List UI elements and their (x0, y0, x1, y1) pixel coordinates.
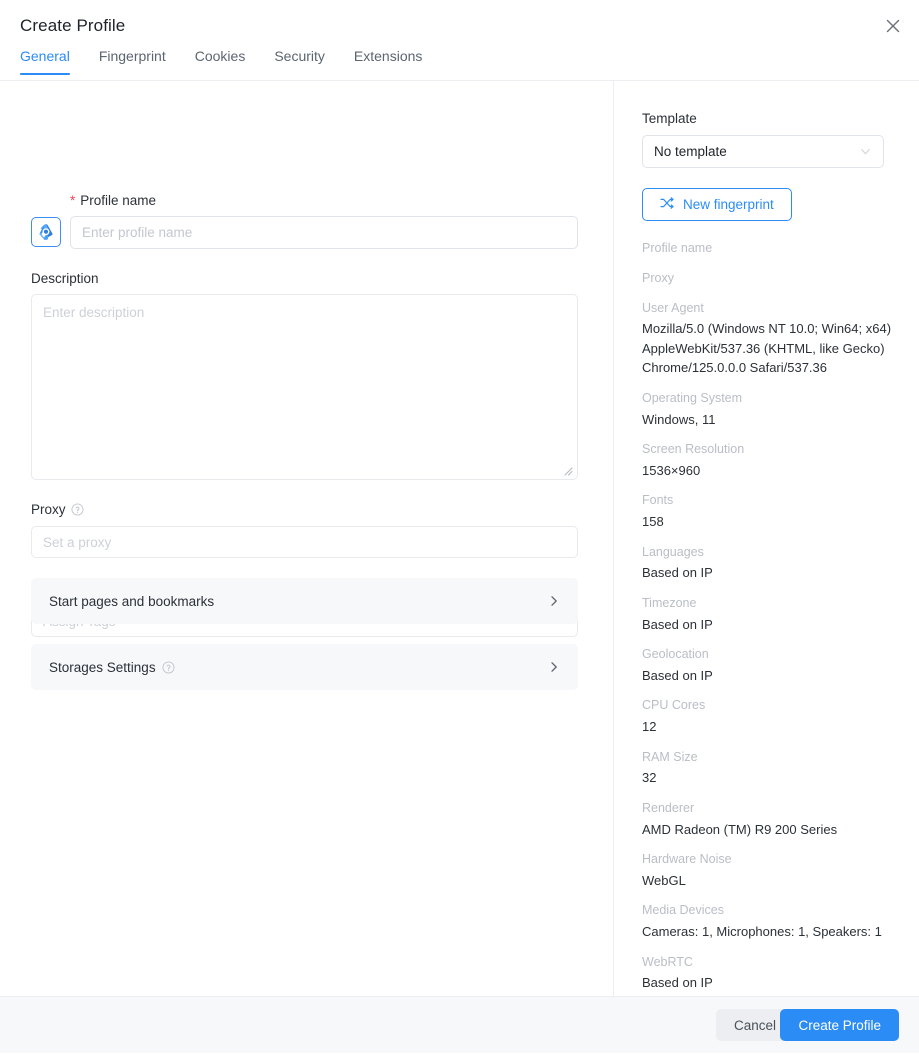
fingerprint-item: WebRTC Based on IP (642, 953, 907, 993)
proxy-label: Proxy (31, 502, 84, 517)
profile-name-label: * Profile name (70, 193, 156, 208)
create-profile-button[interactable]: Create Profile (780, 1009, 899, 1041)
fingerprint-item: RAM Size 32 (642, 748, 907, 788)
fingerprint-item-key: CPU Cores (642, 698, 706, 713)
fingerprint-item-value: WebGL (642, 872, 686, 888)
fingerprint-item: Languages Based on IP (642, 543, 907, 583)
fingerprint-item-value: 32 (642, 770, 657, 786)
tab-general[interactable]: General (20, 48, 70, 75)
chevron-right-icon (548, 661, 560, 673)
fingerprint-item-key: Geolocation (642, 647, 709, 661)
dialog-footer: Cancel Create Profile (0, 996, 919, 1053)
fingerprint-item-key: Profile name (642, 241, 713, 255)
close-icon (886, 19, 900, 33)
storages-settings-label: Storages Settings (49, 659, 156, 675)
new-fingerprint-label: New fingerprint (683, 197, 774, 212)
fingerprint-item-key: Languages (642, 544, 704, 559)
fingerprint-item-value: Cameras: 1, Microphones: 1, Speakers: 1 (642, 924, 882, 939)
fingerprint-item-key: Fonts (642, 493, 674, 508)
tab-cookies[interactable]: Cookies (195, 48, 246, 75)
fingerprint-item: CPU Cores 12 (642, 696, 907, 736)
fingerprint-item: Timezone Based on IP (642, 594, 907, 634)
start-pages-label: Start pages and bookmarks (49, 593, 215, 609)
fingerprint-item-key: Proxy (642, 270, 674, 285)
fingerprint-item-key: RAM Size (642, 749, 698, 764)
fingerprint-item-value: Based on IP (642, 667, 713, 683)
required-marker: * (70, 192, 76, 208)
fingerprint-item-value: Based on IP (642, 565, 713, 581)
fingerprint-item: Renderer AMD Radeon (TM) R9 200 Series (642, 799, 907, 839)
profile-name-label-text: Profile name (80, 193, 157, 208)
page-title: Create Profile (20, 16, 126, 35)
fingerprint-item: Proxy (642, 269, 907, 288)
tab-bar: General Fingerprint Cookies Security Ext… (20, 48, 422, 75)
close-button[interactable] (877, 10, 909, 42)
fingerprint-item-key: Screen Resolution (642, 442, 745, 456)
fingerprint-item: Operating System Windows, 11 (642, 389, 907, 429)
fingerprint-item-value: 1536×960 (642, 462, 701, 478)
help-circle-icon[interactable] (70, 503, 84, 516)
fingerprint-item-value: 158 (642, 514, 664, 529)
fingerprint-item-key: Renderer (642, 800, 695, 815)
fingerprint-item: Screen Resolution 1536×960 (642, 440, 907, 480)
storages-settings-row[interactable]: Storages Settings (31, 644, 578, 690)
dialog-body: * Profile name Description Proxy (0, 81, 919, 1042)
profile-logo-icon (36, 222, 56, 242)
chevron-right-icon (548, 595, 560, 607)
fingerprint-item: Hardware Noise WebGL (642, 850, 907, 890)
fingerprint-item: Media Devices Cameras: 1, Microphones: 1,… (642, 901, 907, 941)
fingerprint-item-key: WebRTC (642, 954, 693, 969)
shuffle-icon (660, 196, 674, 213)
tab-fingerprint[interactable]: Fingerprint (99, 48, 166, 75)
template-label: Template (642, 111, 697, 126)
avatar[interactable] (31, 217, 61, 247)
fingerprint-item: Geolocation Based on IP (642, 645, 907, 685)
profile-name-input[interactable] (70, 216, 578, 249)
tab-extensions[interactable]: Extensions (354, 48, 422, 75)
fingerprint-item-key: User Agent (642, 300, 704, 315)
fingerprint-item-key: Operating System (642, 390, 743, 405)
template-selected-value: No template (654, 144, 727, 159)
fingerprint-item-value: AMD Radeon (TM) R9 200 Series (642, 821, 838, 837)
proxy-input[interactable] (31, 526, 578, 558)
new-fingerprint-button[interactable]: New fingerprint (642, 188, 792, 221)
fingerprint-item-value: 12 (642, 719, 657, 734)
fingerprint-item-key: Timezone (642, 595, 697, 610)
general-form-panel: * Profile name Description Proxy (0, 81, 613, 996)
proxy-label-text: Proxy (31, 502, 66, 517)
dialog-header: Create Profile General Fingerprint Cooki… (0, 0, 919, 81)
fingerprint-item-value: Mozilla/5.0 (Windows NT 10.0; Win64; x64… (642, 321, 892, 376)
fingerprint-item-value: Windows, 11 (642, 411, 716, 427)
description-textarea[interactable] (31, 294, 578, 480)
tab-security[interactable]: Security (274, 48, 325, 75)
fingerprint-item-value: Based on IP (642, 616, 713, 632)
fingerprint-preview-panel: Template No template New fingerprint Pro… (614, 81, 919, 1042)
chevron-down-icon (859, 145, 872, 158)
fingerprint-item-value: Based on IP (642, 975, 713, 991)
fingerprint-item: Profile name (642, 239, 907, 258)
fingerprint-item-key: Media Devices (642, 903, 724, 918)
description-label-text: Description (31, 271, 99, 286)
template-select[interactable]: No template (642, 135, 884, 168)
storages-settings-label-group: Storages Settings (49, 660, 175, 675)
fingerprint-detail-list: Profile name Proxy User Agent Mozilla/5.0 (… (642, 239, 907, 1055)
description-label: Description (31, 271, 99, 286)
help-circle-icon[interactable] (162, 660, 175, 674)
fingerprint-item-key: Hardware Noise (642, 852, 732, 866)
start-pages-and-bookmarks-row[interactable]: Start pages and bookmarks (31, 578, 578, 624)
fingerprint-item: User Agent Mozilla/5.0 (Windows NT 10.0; … (642, 299, 907, 378)
fingerprint-item: Fonts 158 (642, 491, 907, 531)
